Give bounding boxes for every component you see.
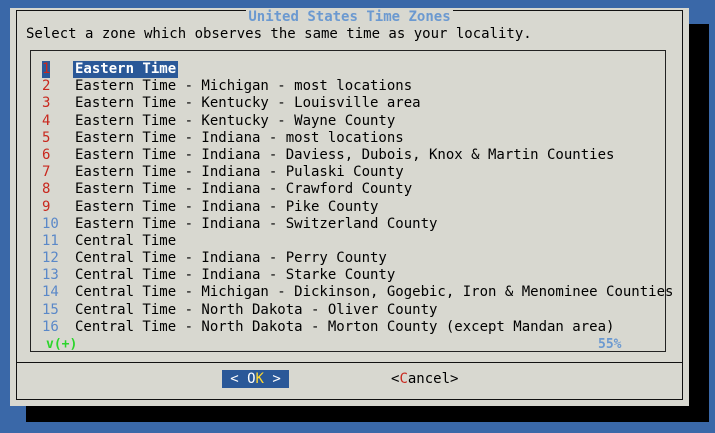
timezone-list-item[interactable]: 15 Central Time - North Dakota - Oliver C… [31, 302, 665, 319]
timezone-list[interactable]: 1 Eastern Time 2 Eastern Time - Michigan - … [30, 50, 673, 352]
button-separator [16, 362, 683, 363]
cancel-label-rest: ancel [407, 371, 451, 387]
timezone-list-item[interactable]: 10 Eastern Time - Indiana - Switzerland C… [31, 216, 665, 233]
list-item-tag: 16 [42, 318, 59, 335]
timezone-list-item[interactable]: 7 Eastern Time - Indiana - Pulaski County [31, 164, 665, 181]
timezone-list-item[interactable]: 9 Eastern Time - Indiana - Pike County [31, 199, 665, 216]
list-item-tag: 9 [42, 198, 51, 215]
list-item-tag: 13 [42, 267, 59, 284]
scroll-percentage: 55% [598, 337, 622, 352]
list-item-label: Eastern Time - Indiana - most locations [75, 129, 404, 146]
timezone-list-item[interactable]: 5 Eastern Time - Indiana - most locations [31, 130, 665, 147]
list-item-label: Eastern Time - Kentucky - Louisville are… [75, 95, 421, 112]
list-item-tag: 6 [42, 146, 51, 163]
list-item-label: Eastern Time - Indiana - Switzerland Cou… [75, 215, 438, 232]
dialog-title: United States Time Zones [10, 8, 689, 26]
timezone-list-item[interactable]: 14 Central Time - Michigan - Dickinson, G… [31, 284, 673, 301]
list-item-label: Central Time [75, 232, 177, 249]
list-item-tag: 11 [42, 232, 59, 249]
list-item-label: Eastern Time - Kentucky - Wayne County [75, 112, 396, 129]
list-item-tag: 15 [42, 301, 59, 318]
list-item-tag: 10 [42, 215, 59, 232]
list-item-label: Eastern Time - Indiana - Daviess, Dubois… [75, 146, 615, 163]
ok-left-bracket: < [230, 371, 239, 387]
timezone-list-item[interactable]: 16 Central Time - North Dakota - Morton C… [31, 319, 665, 336]
list-item-label: Eastern Time - Indiana - Crawford County [75, 181, 413, 198]
list-item-label: Central Time - North Dakota - Oliver Cou… [75, 301, 438, 318]
cancel-button[interactable]: <Cancel> [391, 370, 458, 388]
list-item-label: Central Time - Indiana - Perry County [75, 250, 387, 267]
ok-hotkey: O [247, 371, 256, 387]
ok-button[interactable]: < OK > [222, 370, 289, 388]
timezone-list-item[interactable]: 12 Central Time - Indiana - Perry County [31, 250, 665, 267]
list-item-label: Central Time - North Dakota - Morton Cou… [75, 318, 615, 335]
list-item-tag: 3 [42, 95, 51, 112]
timezone-list-rows: 1 Eastern Time 2 Eastern Time - Michigan - … [31, 61, 673, 336]
list-item-tag: 7 [42, 164, 51, 181]
ok-spacer [239, 371, 247, 387]
timezone-list-item[interactable]: 1 Eastern Time [31, 61, 665, 79]
list-item-label: Eastern Time - Michigan - most locations [75, 78, 413, 95]
list-item-tag: 12 [42, 250, 59, 267]
list-item-tag: 2 [42, 78, 51, 95]
timezone-list-item[interactable]: 8 Eastern Time - Indiana - Crawford Count… [31, 181, 665, 198]
timezone-list-item[interactable]: 13 Central Time - Indiana - Starke County [31, 267, 665, 284]
ok-right-bracket: > [272, 371, 281, 387]
list-item-label: Central Time - Indiana - Starke County [75, 267, 396, 284]
timezone-dialog: United States Time Zones Select a zone w… [10, 8, 689, 406]
scroll-down-indicator: v(+) [46, 337, 78, 352]
list-item-label: Eastern Time [73, 61, 179, 79]
list-item-tag: 1 [42, 61, 51, 79]
list-item-label: Eastern Time - Indiana - Pike County [75, 198, 379, 215]
timezone-list-item[interactable]: 11 Central Time [31, 233, 665, 250]
list-item-tag: 4 [42, 112, 51, 129]
list-item-label: Central Time - Michigan - Dickinson, Gog… [75, 284, 674, 301]
dialog-title-text: United States Time Zones [246, 9, 453, 25]
list-item-tag: 8 [42, 181, 51, 198]
cancel-hotkey: C [399, 371, 408, 387]
dialog-prompt: Select a zone which observes the same ti… [26, 26, 532, 42]
timezone-list-item[interactable]: 2 Eastern Time - Michigan - most location… [31, 78, 665, 95]
ok-label-rest: K [255, 371, 264, 387]
timezone-list-item[interactable]: 3 Eastern Time - Kentucky - Louisville ar… [31, 95, 665, 112]
list-item-tag: 5 [42, 129, 51, 146]
cancel-right-bracket: > [450, 371, 459, 387]
list-item-tag: 14 [42, 284, 59, 301]
list-item-label: Eastern Time - Indiana - Pulaski County [75, 164, 404, 181]
timezone-list-item[interactable]: 6 Eastern Time - Indiana - Daviess, Duboi… [31, 147, 665, 164]
timezone-list-item[interactable]: 4 Eastern Time - Kentucky - Wayne County [31, 113, 665, 130]
